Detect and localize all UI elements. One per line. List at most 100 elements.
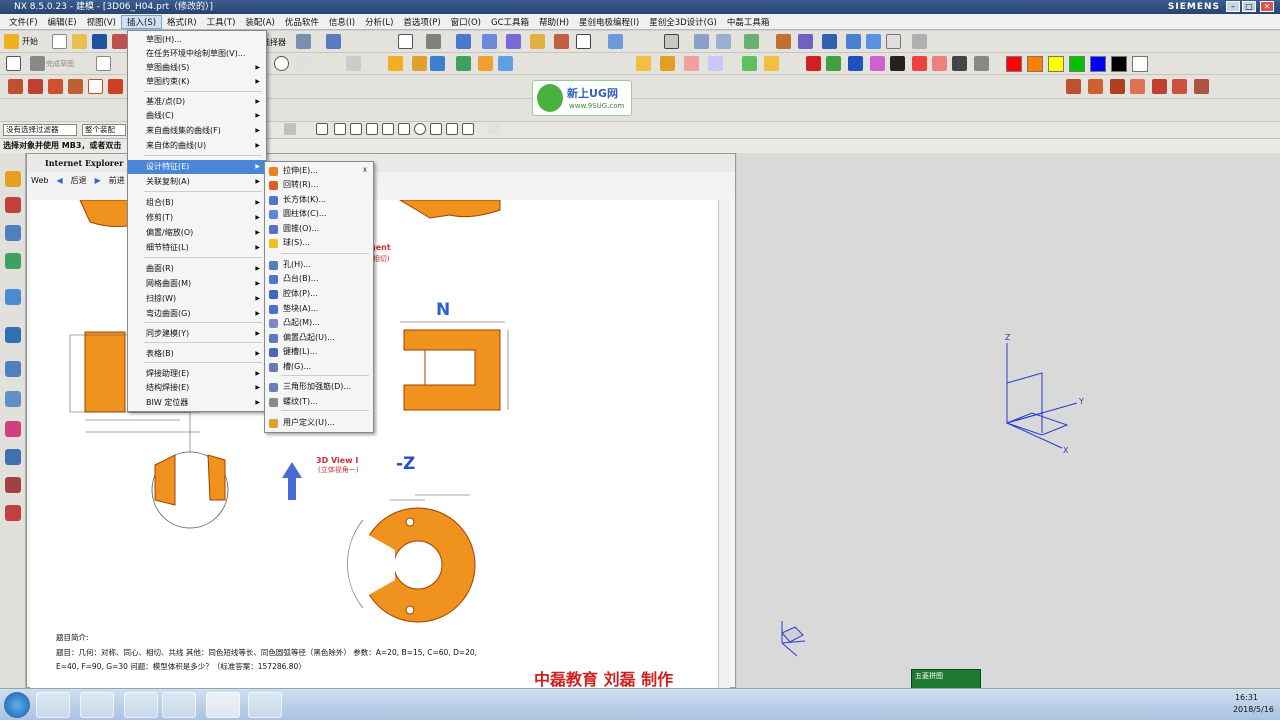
- ie-web-button[interactable]: Web: [31, 176, 48, 185]
- menu-view[interactable]: 视图(V): [82, 16, 121, 28]
- insert-menu-item[interactable]: 草图(H)...: [128, 33, 266, 47]
- color-swatch[interactable]: [1090, 56, 1106, 72]
- insert-menu-item[interactable]: 来自体的曲线(U) ▶: [128, 139, 266, 153]
- insert-menu-item[interactable]: 草图曲线(S) ▶: [128, 61, 266, 75]
- project-curve-icon[interactable]: [1110, 79, 1125, 94]
- wrap-curve-icon[interactable]: [1194, 79, 1209, 94]
- color-swatch[interactable]: [1111, 56, 1127, 72]
- section-icon[interactable]: [608, 34, 623, 49]
- taskbar-app-icon[interactable]: [124, 692, 158, 718]
- top-view-icon[interactable]: [506, 34, 521, 49]
- tool-icon[interactable]: [912, 56, 927, 71]
- menu-file[interactable]: 文件(F): [4, 16, 43, 28]
- arc-center-icon[interactable]: [398, 123, 410, 135]
- taskbar-nx-icon[interactable]: [80, 692, 114, 718]
- menu-help[interactable]: 帮助(H): [534, 16, 574, 28]
- hide-icon[interactable]: [866, 34, 881, 49]
- blank-icon[interactable]: [798, 34, 813, 49]
- measure-icon[interactable]: [886, 34, 901, 49]
- taskbar-window-icon[interactable]: [162, 692, 196, 718]
- insert-menu-item[interactable]: 细节特征(L) ▶: [128, 241, 266, 255]
- insert-menu-item[interactable]: 来自曲线集的曲线(F) ▶: [128, 124, 266, 138]
- menu-tools[interactable]: 工具(T): [202, 16, 241, 28]
- insert-menu-item[interactable]: 基准/点(D) ▶: [128, 95, 266, 109]
- sketch-icon[interactable]: [30, 56, 45, 71]
- ie-back-button[interactable]: 后退: [71, 175, 87, 186]
- extract-curve-icon[interactable]: [1172, 79, 1187, 94]
- design-feature-item[interactable]: 偏置凸起(U)...: [265, 331, 373, 345]
- hd3d-tools-icon[interactable]: [5, 289, 21, 305]
- blend-icon[interactable]: [636, 56, 651, 71]
- save-icon[interactable]: [92, 34, 107, 49]
- dimension-icon[interactable]: [912, 34, 927, 49]
- wireframe-icon[interactable]: [554, 34, 569, 49]
- graphics-window[interactable]: Z Y X 五菱拼图: [737, 153, 1280, 693]
- document-scrollbar[interactable]: [718, 200, 730, 688]
- color-red-cube-icon[interactable]: [806, 56, 821, 71]
- insert-menu-item[interactable]: 草图约束(K) ▶: [128, 75, 266, 89]
- finish-sketch-label[interactable]: 完成草图: [46, 59, 74, 69]
- menu-edit[interactable]: 编辑(E): [43, 16, 82, 28]
- polygon-icon[interactable]: [88, 79, 103, 94]
- cut-icon[interactable]: [112, 34, 127, 49]
- extrude-icon[interactable]: [346, 56, 361, 71]
- menu-gc-toolkit[interactable]: GC工具箱: [486, 16, 534, 28]
- design-feature-item[interactable]: 回转(R)...: [265, 178, 373, 192]
- color-green-cube-icon[interactable]: [826, 56, 841, 71]
- spline-icon[interactable]: [48, 79, 63, 94]
- rectangle-icon[interactable]: [6, 56, 21, 71]
- insert-menu-item[interactable]: 扫掠(W) ▶: [128, 292, 266, 306]
- show-icon[interactable]: [822, 34, 837, 49]
- color-swatch[interactable]: [1027, 56, 1043, 72]
- design-feature-item[interactable]: 腔体(P)...: [265, 287, 373, 301]
- insert-menu-item[interactable]: 曲线(C) ▶: [128, 109, 266, 123]
- manufacturing-wizard-icon[interactable]: [5, 449, 21, 465]
- insert-menu-item[interactable]: 结构焊接(E) ▶: [128, 381, 266, 395]
- quadrant-point-icon[interactable]: [414, 123, 426, 135]
- existing-point-icon[interactable]: [430, 123, 442, 135]
- insert-menu-item[interactable]: 表格(B) ▶: [128, 347, 266, 361]
- start-button[interactable]: 开始: [22, 36, 38, 47]
- black-tool-icon[interactable]: [952, 56, 967, 71]
- part-navigator-icon[interactable]: [5, 225, 21, 241]
- menu-window[interactable]: 窗口(O): [446, 16, 486, 28]
- close-button[interactable]: ✕: [1260, 1, 1274, 12]
- subtract-icon[interactable]: [478, 56, 493, 71]
- design-feature-item[interactable]: 拉伸(E)... X: [265, 164, 373, 178]
- color-cube-icon[interactable]: [870, 56, 885, 71]
- design-feature-item[interactable]: 球(S)...: [265, 236, 373, 250]
- design-feature-item[interactable]: 凸起(M)...: [265, 316, 373, 330]
- taskbar-firefox-icon[interactable]: [248, 692, 282, 718]
- chamfer-icon[interactable]: [660, 56, 675, 71]
- background-icon[interactable]: [576, 34, 591, 49]
- menu-3d-design[interactable]: 星创全3D设计(G): [644, 16, 722, 28]
- insert-menu-item[interactable]: 设计特征(E) ▶: [128, 160, 266, 174]
- control-point-icon[interactable]: [366, 123, 378, 135]
- new-file-icon[interactable]: [52, 34, 67, 49]
- grid-point-icon[interactable]: [316, 123, 328, 135]
- start-icon[interactable]: [4, 34, 19, 49]
- cube-view-icon[interactable]: [456, 34, 471, 49]
- menu-zhonglei[interactable]: 中磊工具箱: [722, 16, 775, 28]
- design-feature-item[interactable]: 圆柱体(C)...: [265, 207, 373, 221]
- draft-icon[interactable]: [708, 56, 723, 71]
- color-swatch[interactable]: [1048, 56, 1064, 72]
- selection-scope-dropdown[interactable]: 整个装配: [82, 124, 126, 136]
- ie-forward-button[interactable]: 前进: [109, 175, 125, 186]
- shaded-icon[interactable]: [530, 34, 545, 49]
- start-orb-icon[interactable]: [4, 692, 30, 718]
- design-feature-item[interactable]: 螺纹(T)...: [265, 395, 373, 409]
- color-swatch[interactable]: [1006, 56, 1022, 72]
- mid-point-icon[interactable]: [350, 123, 362, 135]
- insert-menu-item[interactable]: 在任务环境中绘制草图(V)...: [128, 47, 266, 61]
- line-icon[interactable]: [8, 79, 23, 94]
- insert-menu-item[interactable]: 焊接助理(E) ▶: [128, 367, 266, 381]
- feature-play-icon[interactable]: [764, 56, 779, 71]
- revolve-icon[interactable]: [388, 56, 403, 71]
- point-icon[interactable]: [296, 56, 311, 71]
- menu-info[interactable]: 信息(I): [324, 16, 360, 28]
- menu-analysis[interactable]: 分析(L): [360, 16, 398, 28]
- insert-menu-item[interactable]: 修剪(T) ▶: [128, 211, 266, 225]
- design-feature-item[interactable]: 槽(G)...: [265, 360, 373, 374]
- color-swatch[interactable]: [1132, 56, 1148, 72]
